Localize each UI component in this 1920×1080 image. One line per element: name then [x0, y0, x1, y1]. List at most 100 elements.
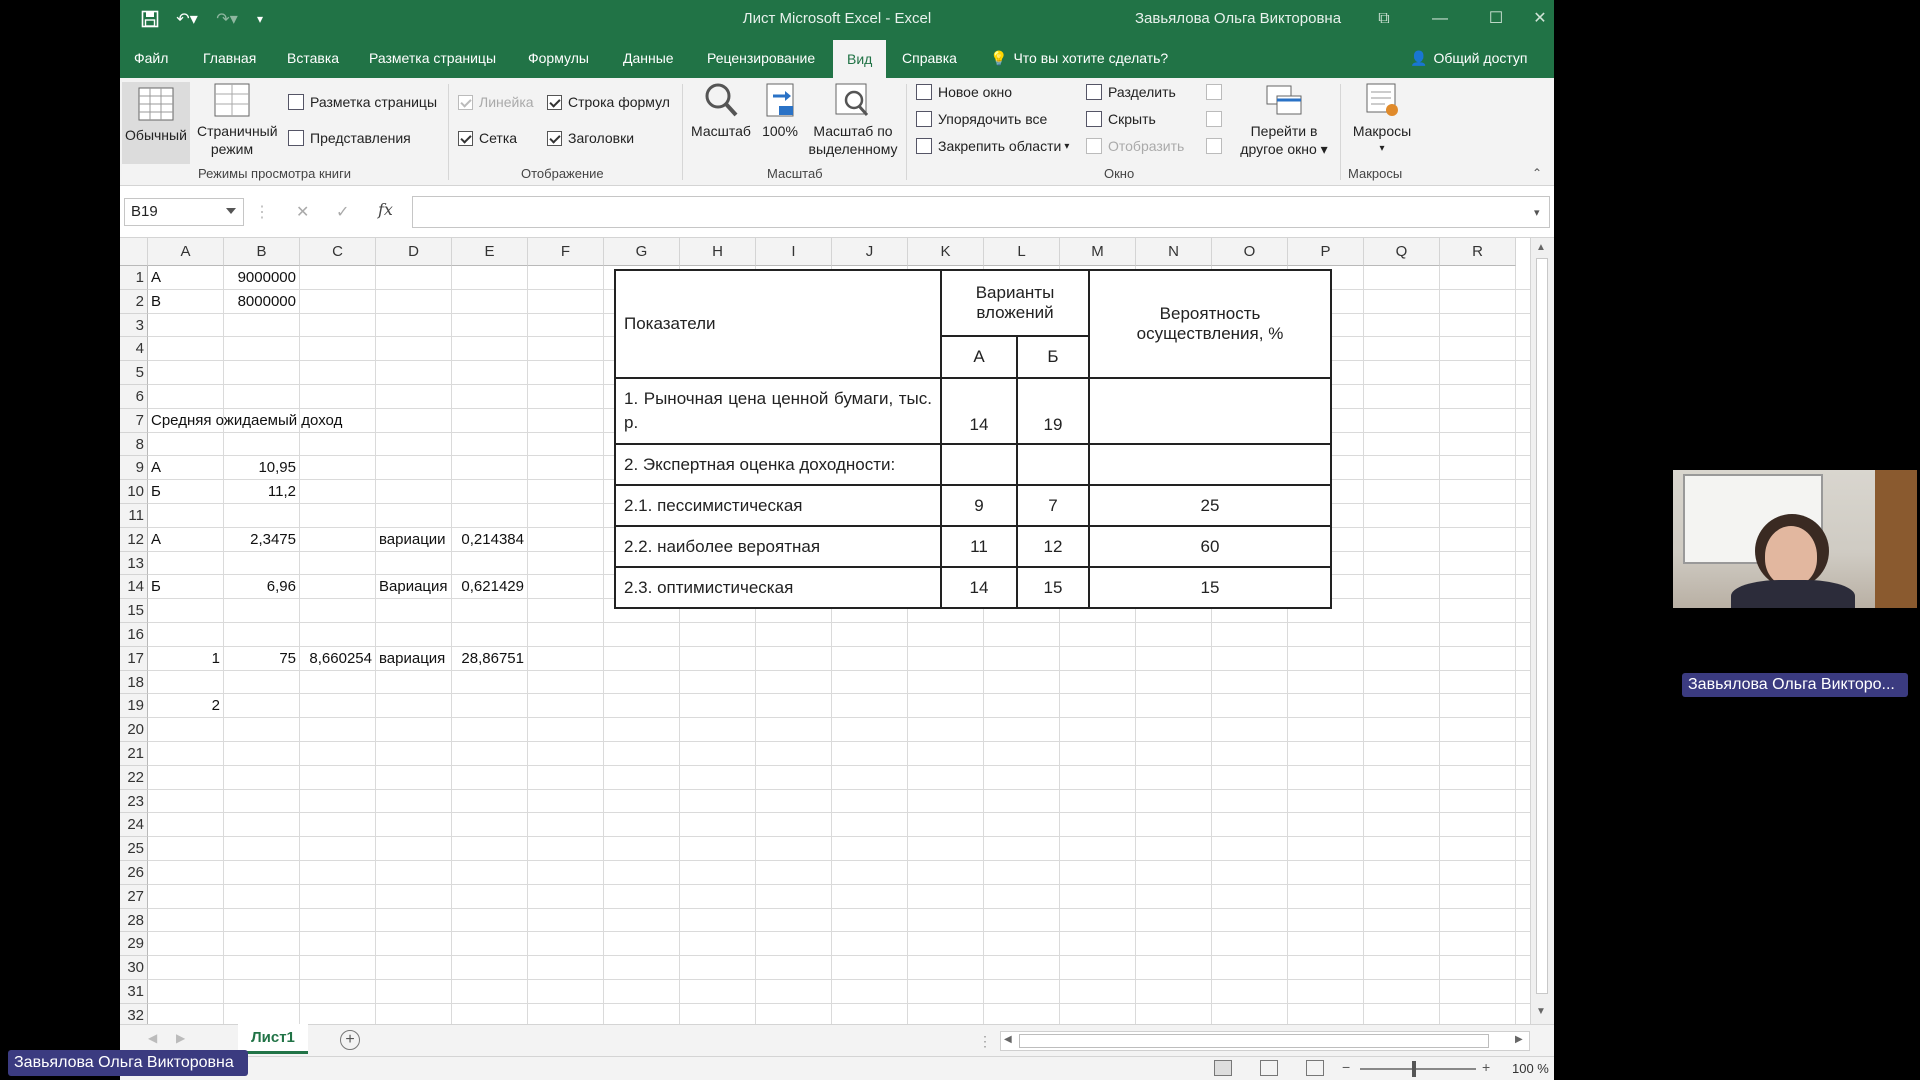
minimize-icon[interactable]: —: [1420, 6, 1460, 32]
arrange-all-button[interactable]: Упорядочить все: [916, 111, 1047, 127]
cell-d12[interactable]: вариации: [379, 528, 446, 551]
normal-view-button[interactable]: Обычный: [122, 82, 190, 164]
cell-d14[interactable]: Вариация: [379, 575, 448, 598]
row-header[interactable]: 30: [120, 956, 148, 980]
account-user-name[interactable]: Завьялова Ольга Викторовна: [1135, 10, 1341, 27]
row-header[interactable]: 25: [120, 837, 148, 861]
column-header[interactable]: B: [224, 238, 300, 266]
tab-review[interactable]: Рецензирование: [707, 38, 815, 78]
column-header[interactable]: K: [908, 238, 984, 266]
row-header[interactable]: 17: [120, 646, 148, 671]
row-header[interactable]: 12: [120, 527, 148, 552]
row-header[interactable]: 4: [120, 337, 148, 362]
row-header[interactable]: 32: [120, 1003, 148, 1024]
gridlines-checkbox[interactable]: Сетка: [458, 130, 517, 146]
headings-checkbox[interactable]: Заголовки: [547, 130, 634, 146]
scroll-up-icon[interactable]: ▲: [1536, 242, 1546, 253]
row-header[interactable]: 23: [120, 789, 148, 814]
scroll-left-icon[interactable]: ◀: [1004, 1034, 1012, 1045]
add-sheet-icon[interactable]: +: [340, 1030, 360, 1050]
tab-insert[interactable]: Вставка: [287, 38, 339, 78]
vertical-scrollbar[interactable]: ▲ ▼: [1530, 238, 1554, 1024]
row-header[interactable]: 31: [120, 980, 148, 1004]
horizontal-scrollbar[interactable]: ◀ ▶: [1000, 1031, 1530, 1051]
cell-b10[interactable]: 11,2: [224, 480, 296, 503]
new-window-button[interactable]: Новое окно: [916, 84, 1012, 100]
normal-view-status-icon[interactable]: [1214, 1060, 1232, 1076]
row-header[interactable]: 9: [120, 456, 148, 481]
row-header[interactable]: 13: [120, 551, 148, 576]
tab-formulas[interactable]: Формулы: [528, 38, 589, 78]
tab-help[interactable]: Справка: [902, 38, 957, 78]
hide-button[interactable]: Скрыть: [1086, 111, 1156, 127]
scroll-thumb[interactable]: [1019, 1034, 1489, 1048]
row-header[interactable]: 3: [120, 313, 148, 338]
column-header[interactable]: A: [148, 238, 224, 266]
chevron-down-icon[interactable]: [226, 208, 236, 214]
row-header[interactable]: 22: [120, 765, 148, 790]
cell-b2[interactable]: 8000000: [224, 290, 296, 313]
column-header[interactable]: C: [300, 238, 376, 266]
row-header[interactable]: 27: [120, 884, 148, 909]
cell-c17[interactable]: 8,660254: [300, 647, 372, 670]
cell-a9[interactable]: А: [151, 456, 161, 479]
zoom-out-icon[interactable]: −: [1342, 1059, 1350, 1075]
column-header[interactable]: N: [1136, 238, 1212, 266]
switch-windows-button[interactable]: Перейти в другое окно ▾: [1236, 82, 1332, 158]
row-header[interactable]: 29: [120, 932, 148, 957]
zoom-100-button[interactable]: 100%: [756, 82, 804, 140]
column-header[interactable]: H: [680, 238, 756, 266]
formula-input[interactable]: [412, 196, 1550, 228]
cell-b12[interactable]: 2,3475: [224, 528, 296, 551]
row-header[interactable]: 6: [120, 385, 148, 409]
row-header[interactable]: 8: [120, 432, 148, 457]
scroll-down-icon[interactable]: ▼: [1536, 1006, 1546, 1017]
column-header[interactable]: F: [528, 238, 604, 266]
tab-home[interactable]: Главная: [203, 38, 256, 78]
cell-a12[interactable]: А: [151, 528, 161, 551]
cell-b9[interactable]: 10,95: [224, 456, 296, 479]
cell-e14[interactable]: 0,621429: [452, 575, 524, 598]
row-header[interactable]: 18: [120, 670, 148, 695]
custom-views-button[interactable]: Представления: [288, 130, 411, 146]
cell-b14[interactable]: 6,96: [224, 575, 296, 598]
row-header[interactable]: 5: [120, 361, 148, 385]
row-header[interactable]: 7: [120, 408, 148, 433]
zoom-level[interactable]: 100 %: [1512, 1061, 1549, 1076]
page-layout-status-icon[interactable]: [1260, 1060, 1278, 1076]
worksheet-grid[interactable]: ABCDEFGHIJKLMNOPQR 1 2 3 4 5 6 7 8 9 10 11 12 13 14 15…: [120, 238, 1530, 1024]
cell-a14[interactable]: Б: [151, 575, 161, 598]
formula-bar-checkbox[interactable]: Строка формул: [547, 94, 670, 110]
page-break-status-icon[interactable]: [1306, 1060, 1324, 1076]
column-header[interactable]: P: [1288, 238, 1364, 266]
row-header[interactable]: 11: [120, 504, 148, 528]
freeze-panes-button[interactable]: Закрепить области ▾: [916, 138, 1069, 154]
page-layout-view-button[interactable]: Разметка страницы: [288, 94, 437, 110]
prev-sheet-icon[interactable]: ◀: [148, 1031, 157, 1045]
tab-file[interactable]: Файл: [134, 38, 168, 78]
cell-a19[interactable]: 2: [148, 694, 220, 717]
macros-button[interactable]: Макросы ▾: [1346, 82, 1418, 158]
tab-split-handle[interactable]: ⋮: [978, 1033, 992, 1050]
zoom-slider-thumb[interactable]: [1412, 1061, 1416, 1077]
zoom-slider[interactable]: [1360, 1068, 1476, 1070]
tab-view[interactable]: Вид: [833, 40, 887, 78]
row-header[interactable]: 26: [120, 861, 148, 885]
cell-a1[interactable]: А: [151, 266, 161, 289]
tell-me-search[interactable]: 💡 Что вы хотите сделать?: [990, 38, 1168, 78]
cell-a17[interactable]: 1: [148, 647, 220, 670]
insert-function-icon[interactable]: fx: [378, 200, 393, 219]
page-break-view-button[interactable]: Страничный режим: [192, 82, 278, 158]
column-header[interactable]: L: [984, 238, 1060, 266]
column-header[interactable]: I: [756, 238, 832, 266]
cell-a7[interactable]: Средняя ожидаемый доход: [151, 409, 342, 432]
tab-data[interactable]: Данные: [623, 38, 674, 78]
select-all-corner[interactable]: [120, 238, 148, 266]
expand-formula-bar-icon[interactable]: ▾: [1534, 206, 1540, 219]
column-header[interactable]: J: [832, 238, 908, 266]
cell-a10[interactable]: Б: [151, 480, 161, 503]
next-sheet-icon[interactable]: ▶: [176, 1031, 185, 1045]
maximize-icon[interactable]: ☐: [1476, 6, 1516, 32]
cell-e12[interactable]: 0,214384: [452, 528, 524, 551]
row-header[interactable]: 15: [120, 599, 148, 623]
